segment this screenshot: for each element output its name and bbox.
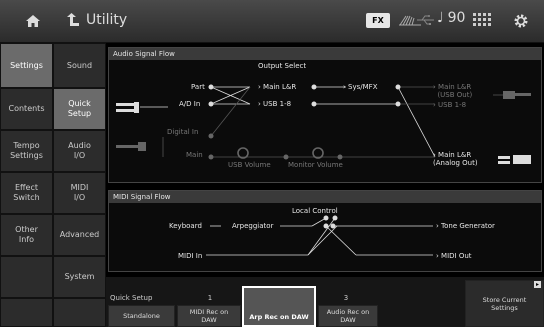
usb-1-8-text: USB 1-8 (263, 100, 292, 108)
home-button[interactable] (8, 6, 58, 36)
tab-audio-io[interactable]: Audio I/O (53, 130, 106, 172)
midi-out-label: › MIDI Out (436, 252, 472, 260)
tab-label: Advanced (59, 230, 100, 239)
monitor-volume-label: Monitor Volume (288, 161, 343, 169)
tab-quick-setup[interactable]: Quick Setup (53, 88, 106, 130)
title-area: Utility (66, 12, 127, 28)
tab-tempo-settings[interactable]: Tempo Settings (0, 130, 53, 172)
analog-out-text: (Analog Out) (433, 159, 478, 167)
tab-label: Audio I/O (68, 141, 91, 160)
main-label: Main (186, 151, 203, 159)
corner-arrow-icon: ▸ (534, 281, 541, 288)
tab-empty (0, 298, 53, 327)
gear-icon[interactable] (513, 13, 529, 29)
button-label: Audio Rec on DAW (326, 308, 370, 324)
audio-rec-on-daw-button[interactable]: Audio Rec on DAW (318, 305, 378, 327)
button-label: Arp Rec on DAW (249, 313, 309, 321)
return-arrow-icon (67, 13, 79, 26)
digital-in-label: Digital In (167, 128, 199, 136)
main-lr-analog-label: › Main L&R (Analog Out) (433, 151, 478, 167)
note-icon: ♩ (437, 10, 444, 26)
output-select-label: Output Select (258, 62, 307, 70)
grid-menu-icon[interactable] (473, 13, 491, 27)
tab-empty (53, 298, 106, 327)
usb-1-8-label[interactable]: › USB 1-8 (258, 100, 291, 108)
top-bar: Utility FX ♩ 90 (0, 0, 544, 43)
keyboard-label: Keyboard (169, 222, 202, 230)
home-icon (26, 15, 40, 27)
tab-label: Other Info (15, 225, 38, 244)
local-control-label: Local Control (292, 207, 338, 215)
button-label: Store Current Settings (482, 295, 527, 312)
usb-1-8-right-text: USB 1-8 (438, 101, 467, 109)
page-title: Utility (86, 12, 128, 28)
tab-label: System (64, 272, 95, 281)
tab-label: Sound (66, 60, 93, 70)
tab-label: Contents (8, 104, 45, 113)
tone-generator-text: Tone Generator (441, 222, 495, 230)
tab-label: Tempo Settings (10, 141, 43, 160)
midi-flow-diagram (206, 215, 433, 256)
sys-mfx-label: › Sys/MFX (343, 83, 378, 91)
midi-in-label: MIDI In (178, 252, 203, 260)
standalone-button[interactable]: Standalone (108, 305, 175, 327)
slot-number-1: 1 (207, 294, 213, 302)
usb-volume-label: USB Volume (228, 161, 271, 169)
tempo-display[interactable]: ♩ 90 (437, 10, 465, 26)
part-label: Part (191, 83, 205, 91)
main-lr-analog-text: Main L&R (438, 151, 472, 159)
main-lr-usb-text: Main L&R (438, 83, 472, 91)
button-label: Standalone (123, 312, 160, 320)
tab-advanced[interactable]: Advanced (53, 214, 106, 256)
tab-settings[interactable]: Settings (0, 43, 53, 88)
slot-number-3: 3 (343, 294, 349, 302)
usb-icon (417, 15, 434, 25)
usb-out-text: (USB Out) (437, 91, 473, 99)
midi-out-text: MIDI Out (441, 252, 472, 260)
tab-empty (0, 256, 53, 298)
tab-sound[interactable]: Sound (53, 43, 106, 88)
main-lr-usb-label: › Main L&R (USB Out) (433, 83, 473, 99)
tab-label: Settings (10, 60, 43, 70)
tab-contents[interactable]: Contents (0, 88, 53, 130)
tab-label: MIDI I/O (70, 183, 89, 202)
tab-midi-io[interactable]: MIDI I/O (53, 172, 106, 214)
ad-in-label: A/D In (179, 100, 201, 108)
fx-badge[interactable]: FX (366, 13, 390, 28)
main-lr-label[interactable]: › Main L&R (258, 83, 296, 91)
tab-effect-switch[interactable]: Effect Switch (0, 172, 53, 214)
arp-rec-on-daw-button[interactable]: Arp Rec on DAW (242, 286, 316, 327)
tab-other-info[interactable]: Other Info (0, 214, 53, 256)
store-current-settings-button[interactable]: Store Current Settings (465, 280, 544, 327)
tab-label: Effect Switch (13, 183, 40, 202)
quick-setup-label: Quick Setup (110, 294, 153, 302)
main-lr-text: Main L&R (263, 83, 297, 91)
tempo-value: 90 (447, 10, 466, 26)
midi-rec-on-daw-button[interactable]: MIDI Rec on DAW (177, 305, 241, 327)
tab-system[interactable]: System (53, 256, 106, 298)
button-label: MIDI Rec on DAW (189, 308, 229, 324)
tone-generator-label: › Tone Generator (436, 222, 495, 230)
tab-label: Quick Setup (67, 99, 92, 118)
sys-mfx-text: Sys/MFX (348, 83, 378, 91)
arpeggiator-label: Arpeggiator (232, 222, 274, 230)
usb-1-8-right-label: › USB 1-8 (433, 101, 467, 109)
